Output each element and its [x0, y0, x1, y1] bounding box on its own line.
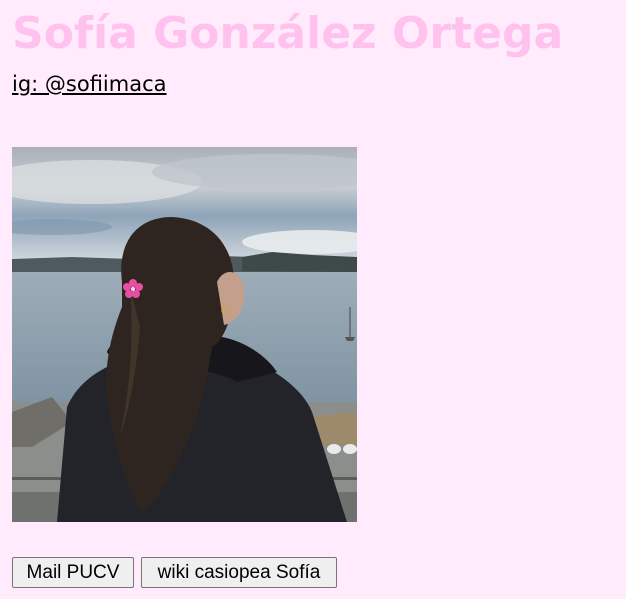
mail-pucv-button[interactable]: Mail PUCV [12, 557, 134, 588]
wiki-casiopea-button[interactable]: wiki casiopea Sofía [141, 557, 337, 588]
instagram-link[interactable]: ig: @sofiimaca [12, 70, 167, 98]
profile-photo [12, 147, 357, 522]
page-title: Sofía González Ortega [12, 8, 564, 59]
